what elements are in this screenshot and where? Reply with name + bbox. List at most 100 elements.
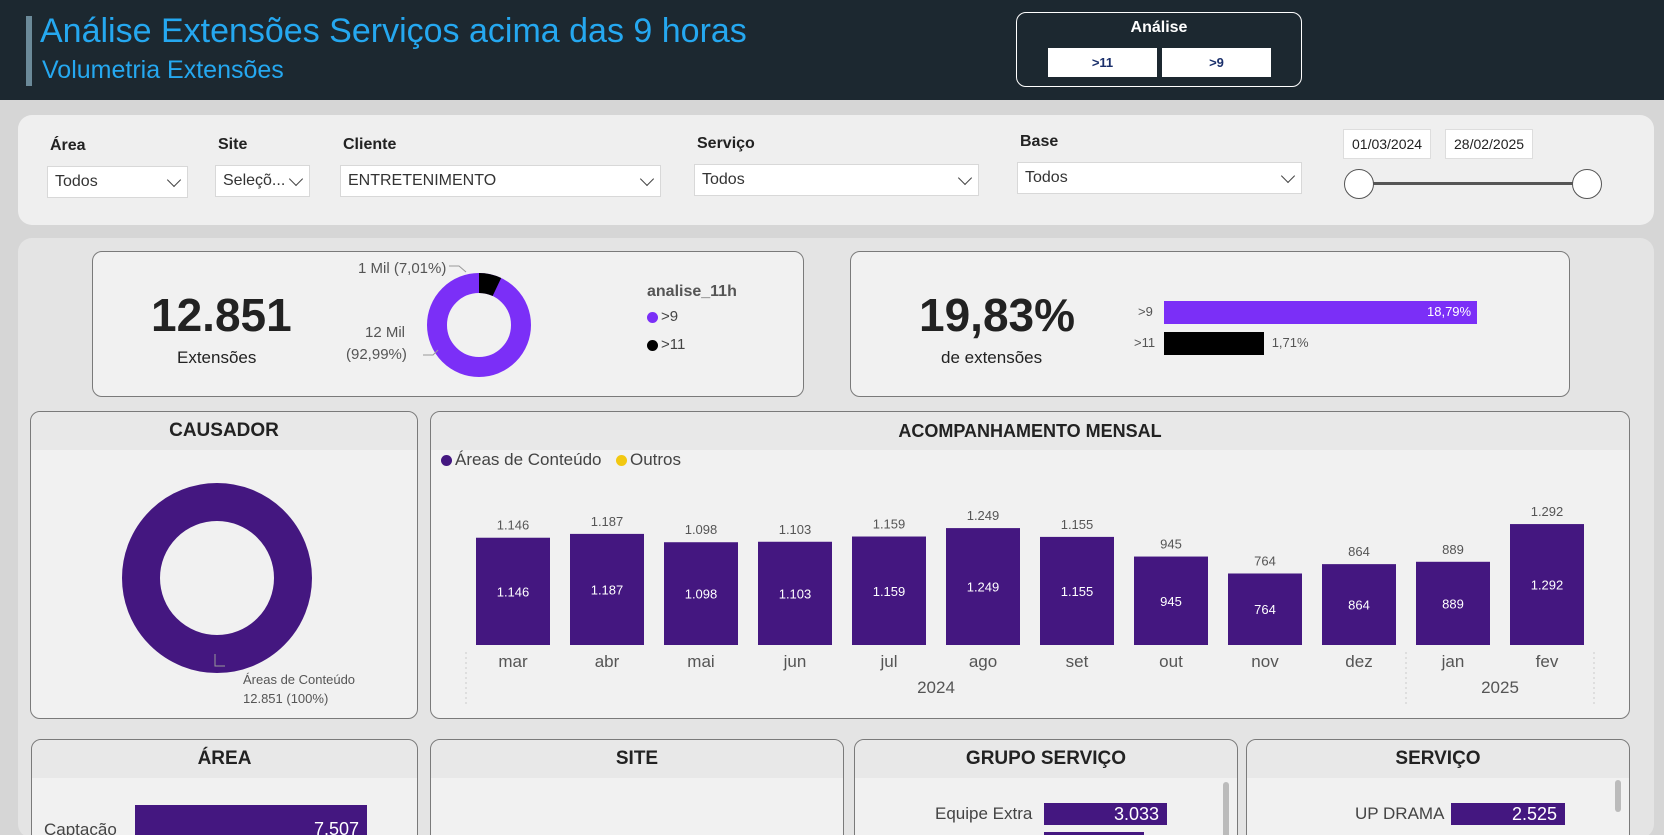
legend-item-gt11[interactable]: >11 xyxy=(647,336,685,353)
base-filter-value: Todos xyxy=(1025,169,1068,186)
monthly-bar-top-label: 764 xyxy=(1254,553,1276,568)
monthly-bar-top-label: 864 xyxy=(1348,544,1370,559)
servico-panel: SERVIÇO UP DRAMA 2.525 xyxy=(1246,739,1630,835)
monthly-bar-top-label: 1.155 xyxy=(1061,517,1094,532)
bar-value-gt9: 18,79% xyxy=(1427,304,1472,319)
monthly-month-tick: jan xyxy=(1441,652,1465,671)
monthly-bar-top-label: 1.187 xyxy=(591,514,624,529)
analise-option-gt11[interactable]: >11 xyxy=(1048,48,1157,77)
site-filter-label: Site xyxy=(218,136,248,153)
area-item-bar[interactable]: 7.507 xyxy=(135,805,367,835)
servico-title: SERVIÇO xyxy=(1247,740,1629,778)
servico-filter-value: Todos xyxy=(702,171,745,188)
kpi-percent-label: de extensões xyxy=(941,348,1043,367)
causador-donut-slice[interactable] xyxy=(122,483,312,673)
monthly-bar-top-label: 1.249 xyxy=(967,508,1000,523)
date-end-input[interactable]: 28/02/2025 xyxy=(1445,129,1534,159)
kpi-percent-card: 19,83% de extensões >9 18,79% >11 1,71% xyxy=(850,251,1570,397)
monthly-bar-inner-label: 945 xyxy=(1160,594,1182,609)
analise-slicer-label: Análise xyxy=(1130,19,1188,36)
chevron-down-icon xyxy=(957,170,973,186)
monthly-bar-inner-label: 1.155 xyxy=(1061,584,1094,599)
page-subtitle: Volumetria Extensões xyxy=(42,56,284,84)
analise-donut[interactable] xyxy=(423,262,533,392)
date-range-start-handle[interactable] xyxy=(1344,169,1374,199)
kpi-extensoes-card: 12.851 Extensões 1 Mil (7,01%) 12 Mil (9… xyxy=(92,251,804,397)
servico-filter-dropdown[interactable]: Todos xyxy=(694,164,979,196)
legend-item-gt11-label: >11 xyxy=(661,336,686,353)
kpi-extensoes-label: Extensões xyxy=(177,348,257,367)
base-filter-dropdown[interactable]: Todos xyxy=(1017,162,1302,194)
grupo-servico-item-bar[interactable]: 3.033 xyxy=(1044,803,1167,825)
monthly-month-tick: nov xyxy=(1251,652,1279,671)
site-title: SITE xyxy=(431,740,843,778)
monthly-panel: ACOMPANHAMENTO MENSAL Áreas de Conteúdo … xyxy=(430,411,1630,719)
monthly-year-tick: 2025 xyxy=(1481,678,1519,697)
donut-label-gt11: 1 Mil (7,01%) xyxy=(358,260,447,277)
monthly-bar-inner-label: 1.249 xyxy=(967,580,1000,595)
grupo-servico-item-label: Equipe Extra xyxy=(935,804,1033,823)
analise-slicer: Análise >11 >9 xyxy=(1016,12,1302,87)
legend-title: analise_11h xyxy=(647,283,737,300)
site-panel: SITE xyxy=(430,739,844,835)
area-title: ÁREA xyxy=(32,740,417,778)
legend-dot-icon xyxy=(647,311,658,323)
donut-slice-gt9[interactable] xyxy=(427,273,531,377)
chevron-down-icon xyxy=(166,172,182,188)
legend-item-gt9-label: >9 xyxy=(661,308,679,325)
analise-option-gt9[interactable]: >9 xyxy=(1162,48,1271,77)
kpi-percent-value: 19,83% xyxy=(919,289,1076,341)
area-filter-dropdown[interactable]: Todos xyxy=(47,166,188,198)
monthly-month-tick: ago xyxy=(969,652,997,671)
monthly-bar-inner-label: 1.159 xyxy=(873,584,906,599)
monthly-month-tick: set xyxy=(1066,652,1089,671)
chevron-down-icon xyxy=(1280,168,1296,184)
chevron-down-icon xyxy=(639,171,655,187)
monthly-month-tick: fev xyxy=(1536,652,1559,671)
monthly-bar-top-label: 1.103 xyxy=(779,522,812,537)
monthly-bar-inner-label: 1.292 xyxy=(1531,578,1564,593)
monthly-year-tick: 2024 xyxy=(917,678,955,697)
servico-item-bar[interactable]: 2.525 xyxy=(1451,803,1565,825)
monthly-bar-inner-label: 764 xyxy=(1254,602,1276,617)
monthly-bar-top-label: 1.159 xyxy=(873,517,906,532)
date-start-input[interactable]: 01/03/2024 xyxy=(1343,129,1432,159)
causador-label-name: Áreas de Conteúdo xyxy=(243,672,356,687)
monthly-month-tick: abr xyxy=(595,652,620,671)
servico-item-value: 2.525 xyxy=(1511,804,1557,824)
site-filter-dropdown[interactable]: Seleçõ... xyxy=(215,165,310,197)
bar-label-gt9: >9 xyxy=(1138,304,1153,319)
site-filter-value: Seleçõ... xyxy=(223,172,286,189)
date-range-slider-track[interactable] xyxy=(1358,182,1588,185)
cliente-filter-label: Cliente xyxy=(343,136,397,153)
monthly-bar-top-label: 1.292 xyxy=(1531,504,1564,519)
base-filter-label: Base xyxy=(1020,133,1059,150)
donut-label-gt9-value: 12 Mil xyxy=(365,324,406,341)
chevron-down-icon xyxy=(288,171,304,187)
servico-filter-label: Serviço xyxy=(697,135,755,152)
monthly-bar-inner-label: 889 xyxy=(1442,596,1464,611)
kpi-extensoes-value: 12.851 xyxy=(151,289,292,341)
legend-item-gt9[interactable]: >9 xyxy=(647,308,678,325)
grupo-servico-panel: GRUPO SERVIÇO Equipe Extra 3.033 xyxy=(854,739,1238,835)
monthly-bar-top-label: 889 xyxy=(1442,542,1464,557)
monthly-bar-top-label: 1.146 xyxy=(497,518,530,533)
causador-label-value: 12.851 (100%) xyxy=(243,691,329,706)
monthly-bar-inner-label: 1.146 xyxy=(497,584,530,599)
cliente-filter-dropdown[interactable]: ENTRETENIMENTO xyxy=(340,165,661,197)
header-accent-bar xyxy=(26,16,32,86)
monthly-bar-top-label: 1.098 xyxy=(685,522,718,537)
monthly-month-tick: jul xyxy=(879,652,897,671)
donut-leader-line xyxy=(449,265,467,273)
causador-panel: CAUSADOR Áreas de Conteúdo 12.851 (100%) xyxy=(30,411,418,719)
causador-title: CAUSADOR xyxy=(31,412,417,450)
servico-scrollbar[interactable] xyxy=(1615,780,1621,812)
monthly-bar-inner-label: 864 xyxy=(1348,598,1370,613)
causador-donut[interactable] xyxy=(121,482,321,682)
date-range-end-handle[interactable] xyxy=(1572,169,1602,199)
grupo-servico-scrollbar[interactable] xyxy=(1223,782,1229,835)
bar-gt11[interactable] xyxy=(1164,332,1264,355)
monthly-month-tick: mar xyxy=(498,652,528,671)
donut-label-gt9-pct: (92,99%) xyxy=(346,346,407,363)
monthly-bar-inner-label: 1.098 xyxy=(685,587,718,602)
